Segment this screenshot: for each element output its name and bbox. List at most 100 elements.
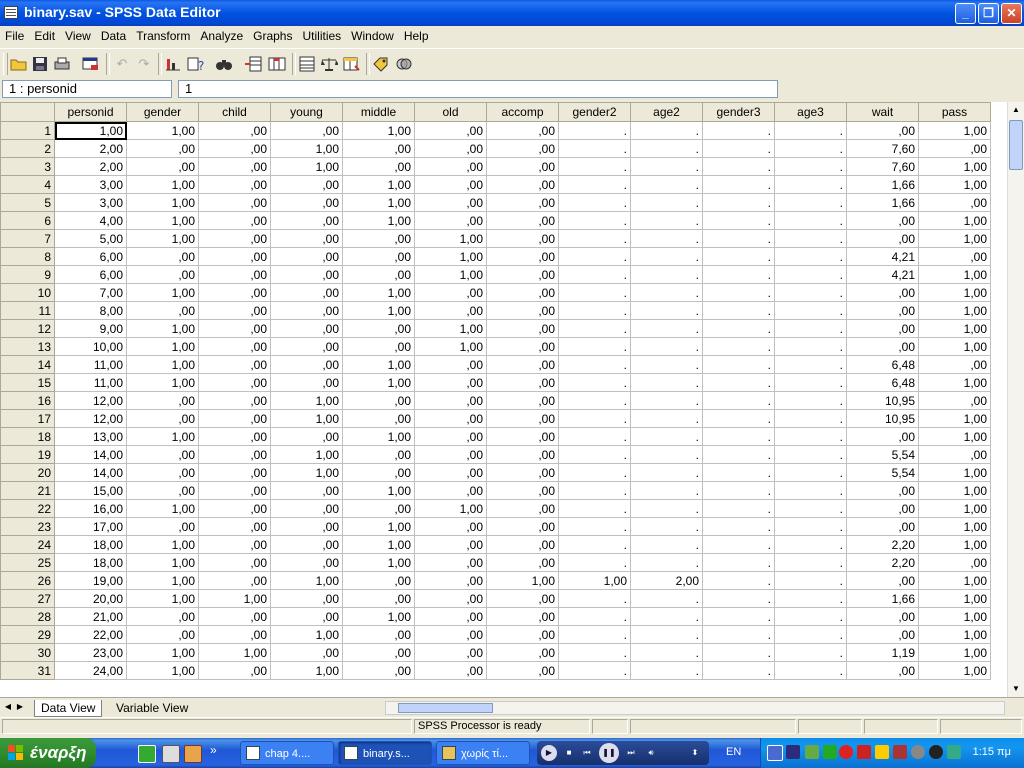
data-cell[interactable]: .	[630, 607, 703, 626]
row-header[interactable]: 8	[0, 247, 55, 266]
data-cell[interactable]: 1,00	[414, 499, 487, 518]
data-cell[interactable]: ,00	[486, 391, 559, 410]
zonealarm-icon[interactable]	[786, 745, 800, 759]
column-header-age3[interactable]: age3	[774, 102, 847, 122]
data-cell[interactable]: .	[702, 643, 775, 662]
tab-scroll-right-icon[interactable]: ▶	[15, 701, 25, 713]
data-cell[interactable]: 1,00	[342, 211, 415, 230]
data-cell[interactable]: 1,00	[918, 301, 991, 320]
data-cell[interactable]: ,00	[270, 247, 343, 266]
menu-window[interactable]: Window	[346, 27, 399, 45]
data-cell[interactable]: ,00	[270, 211, 343, 230]
data-cell[interactable]: .	[774, 175, 847, 194]
data-cell[interactable]: ,00	[270, 265, 343, 284]
data-cell[interactable]: ,00	[270, 607, 343, 626]
data-cell[interactable]: ,00	[486, 553, 559, 572]
title-bar[interactable]: binary.sav - SPSS Data Editor _ ❐ ✕	[0, 0, 1024, 26]
data-cell[interactable]: 1,00	[342, 607, 415, 626]
data-cell[interactable]: 1,00	[918, 535, 991, 554]
select-cases-icon[interactable]	[341, 53, 363, 75]
row-header[interactable]: 18	[0, 427, 55, 446]
data-cell[interactable]: .	[774, 661, 847, 680]
media-stop-icon[interactable]: ■	[561, 745, 577, 761]
quick-launch-media-icon[interactable]	[184, 745, 202, 763]
media-pause-icon[interactable]: ❚❚	[599, 743, 619, 763]
data-cell[interactable]: ,00	[342, 337, 415, 356]
menu-file[interactable]: File	[0, 27, 29, 45]
data-cell[interactable]: ,00	[846, 319, 919, 338]
data-cell[interactable]: 3,00	[54, 175, 127, 194]
data-cell[interactable]: .	[774, 427, 847, 446]
data-cell[interactable]: .	[558, 283, 631, 302]
data-cell[interactable]: 1,00	[126, 121, 199, 140]
media-tray-icon[interactable]	[929, 745, 943, 759]
data-cell[interactable]: ,00	[486, 247, 559, 266]
data-cell[interactable]: .	[774, 229, 847, 248]
data-cell[interactable]: 1,00	[342, 373, 415, 392]
data-cell[interactable]: ,00	[486, 463, 559, 482]
data-cell[interactable]: 1,00	[918, 607, 991, 626]
data-cell[interactable]: 21,00	[54, 607, 127, 626]
horizontal-scrollbar[interactable]	[385, 701, 1005, 715]
data-cell[interactable]: ,00	[918, 553, 991, 572]
data-cell[interactable]: .	[558, 355, 631, 374]
data-cell[interactable]: ,00	[846, 121, 919, 140]
data-cell[interactable]: .	[774, 337, 847, 356]
data-cell[interactable]: 1,00	[270, 139, 343, 158]
data-cell[interactable]: ,00	[486, 301, 559, 320]
row-header[interactable]: 6	[0, 211, 55, 230]
data-cell[interactable]: .	[558, 553, 631, 572]
data-cell[interactable]: 17,00	[54, 517, 127, 536]
data-cell[interactable]: ,00	[342, 229, 415, 248]
data-cell[interactable]: .	[558, 157, 631, 176]
network-icon[interactable]	[767, 745, 783, 761]
data-cell[interactable]: ,00	[198, 481, 271, 500]
data-cell[interactable]: .	[774, 319, 847, 338]
data-cell[interactable]: ,00	[846, 301, 919, 320]
data-cell[interactable]: .	[558, 535, 631, 554]
data-cell[interactable]: ,00	[486, 265, 559, 284]
data-cell[interactable]: 10,95	[846, 409, 919, 428]
data-cell[interactable]: ,00	[846, 229, 919, 248]
data-cell[interactable]: 1,00	[918, 337, 991, 356]
scroll-down-arrow-icon[interactable]: ▼	[1008, 681, 1024, 697]
data-cell[interactable]: ,00	[486, 643, 559, 662]
data-cell[interactable]: ,00	[414, 301, 487, 320]
data-cell[interactable]: ,00	[198, 265, 271, 284]
data-cell[interactable]: .	[702, 409, 775, 428]
insert-variable-icon[interactable]	[266, 53, 288, 75]
data-cell[interactable]: ,00	[342, 391, 415, 410]
data-cell[interactable]: ,00	[126, 247, 199, 266]
data-cell[interactable]: ,00	[414, 517, 487, 536]
data-cell[interactable]: ,00	[342, 589, 415, 608]
data-cell[interactable]: .	[702, 139, 775, 158]
data-cell[interactable]: 1,00	[342, 121, 415, 140]
data-cell[interactable]: 4,21	[846, 265, 919, 284]
data-cell[interactable]: ,00	[414, 157, 487, 176]
data-cell[interactable]: .	[702, 247, 775, 266]
data-cell[interactable]: 1,00	[918, 175, 991, 194]
menu-graphs[interactable]: Graphs	[248, 27, 297, 45]
data-cell[interactable]: 5,54	[846, 445, 919, 464]
column-header-personid[interactable]: personid	[54, 102, 127, 122]
menu-analyze[interactable]: Analyze	[195, 27, 248, 45]
data-cell[interactable]: .	[702, 373, 775, 392]
data-cell[interactable]: 1,00	[198, 589, 271, 608]
data-cell[interactable]: ,00	[846, 571, 919, 590]
row-header[interactable]: 19	[0, 445, 55, 464]
data-cell[interactable]: ,00	[486, 175, 559, 194]
data-cell[interactable]: 4,00	[54, 211, 127, 230]
value-labels-icon[interactable]	[370, 53, 392, 75]
data-cell[interactable]: 1,00	[342, 175, 415, 194]
data-cell[interactable]: 23,00	[54, 643, 127, 662]
data-cell[interactable]: ,00	[846, 283, 919, 302]
data-cell[interactable]: ,00	[126, 409, 199, 428]
data-cell[interactable]: ,00	[414, 121, 487, 140]
data-cell[interactable]: .	[630, 193, 703, 212]
data-cell[interactable]: ,00	[198, 175, 271, 194]
data-cell[interactable]: ,00	[918, 139, 991, 158]
column-header-accomp[interactable]: accomp	[486, 102, 559, 122]
redo-icon[interactable]: ↷	[133, 53, 155, 75]
data-cell[interactable]: ,00	[414, 445, 487, 464]
row-header[interactable]: 15	[0, 373, 55, 392]
